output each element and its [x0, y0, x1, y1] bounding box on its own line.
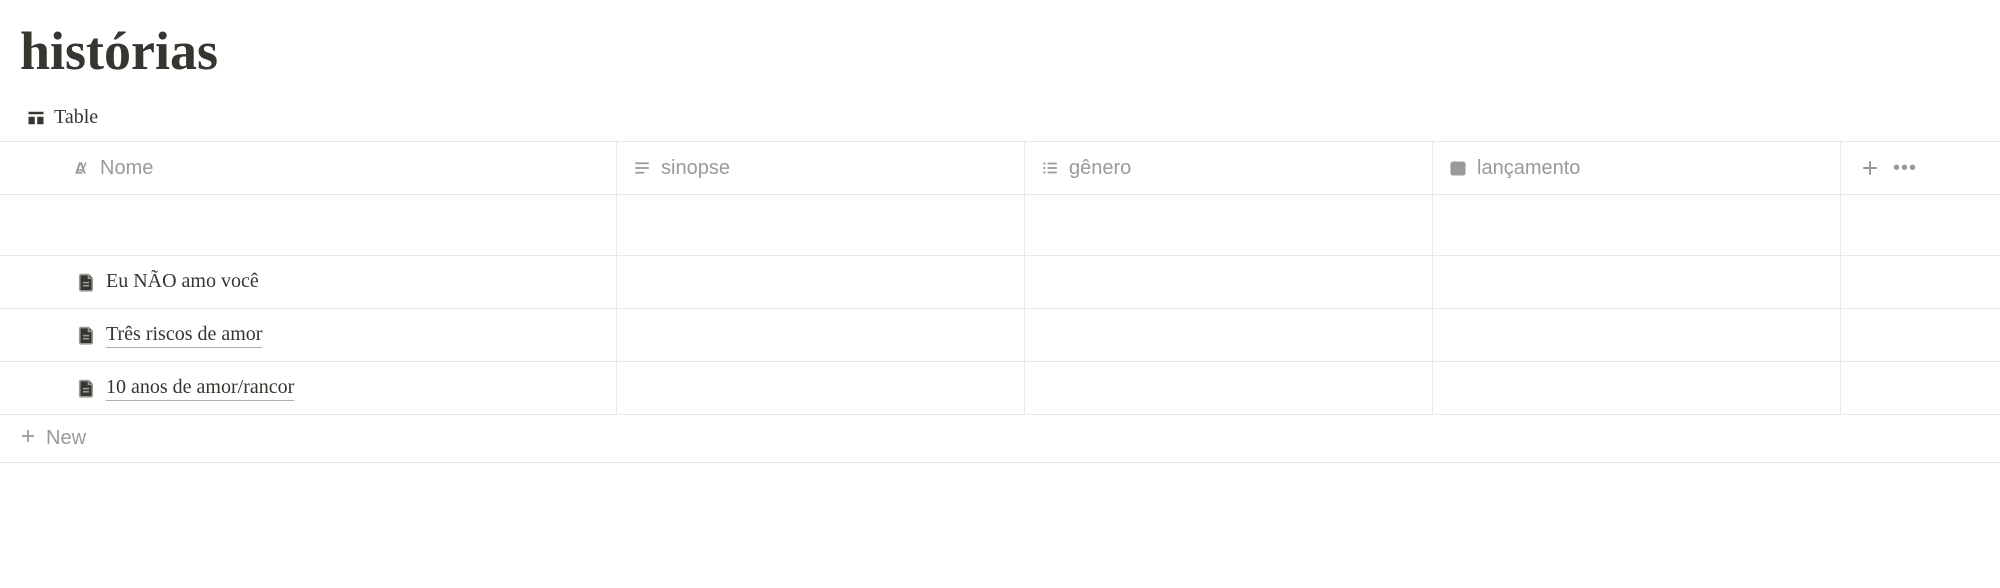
column-header-sinopse-label: sinopse: [661, 157, 730, 180]
table-row[interactable]: [0, 195, 2000, 256]
cell-genero[interactable]: [1025, 309, 1433, 361]
page-icon: [76, 272, 96, 292]
cell-extra: [1841, 256, 2000, 308]
column-header-genero[interactable]: gênero: [1025, 142, 1433, 194]
cell-nome[interactable]: Eu NÃO amo você: [0, 256, 617, 308]
cell-lancamento[interactable]: [1433, 195, 1841, 255]
title-property-icon: [72, 159, 90, 177]
cell-nome[interactable]: Três riscos de amor: [0, 309, 617, 361]
column-header-nome[interactable]: Nome: [0, 142, 617, 194]
cell-genero[interactable]: [1025, 256, 1433, 308]
database-table: Nome sinopse gênero lançamento: [0, 141, 2000, 463]
cell-extra: [1841, 362, 2000, 414]
row-title[interactable]: 10 anos de amor/rancor: [106, 376, 294, 401]
cell-extra: [1841, 309, 2000, 361]
cell-nome[interactable]: 10 anos de amor/rancor: [0, 362, 617, 414]
date-property-icon: [1449, 159, 1467, 177]
cell-extra: [1841, 195, 2000, 255]
cell-sinopse[interactable]: [617, 309, 1025, 361]
column-options-icon[interactable]: •••: [1893, 157, 1917, 180]
new-row-label: New: [46, 427, 86, 450]
table-header-row: Nome sinopse gênero lançamento: [0, 141, 2000, 195]
table-row[interactable]: Três riscos de amor: [0, 309, 2000, 362]
page-title[interactable]: histórias: [0, 0, 2000, 102]
add-column-icon[interactable]: [1861, 159, 1879, 177]
row-title[interactable]: Eu NÃO amo você: [106, 270, 259, 294]
column-header-sinopse[interactable]: sinopse: [617, 142, 1025, 194]
table-icon: [26, 108, 46, 128]
table-row[interactable]: 10 anos de amor/rancor: [0, 362, 2000, 415]
table-row[interactable]: Eu NÃO amo você: [0, 256, 2000, 309]
multiselect-property-icon: [1041, 159, 1059, 177]
column-header-genero-label: gênero: [1069, 157, 1131, 180]
row-title[interactable]: Três riscos de amor: [106, 323, 262, 348]
text-property-icon: [633, 159, 651, 177]
cell-lancamento[interactable]: [1433, 256, 1841, 308]
cell-sinopse[interactable]: [617, 195, 1025, 255]
cell-genero[interactable]: [1025, 195, 1433, 255]
cell-genero[interactable]: [1025, 362, 1433, 414]
page-icon: [76, 378, 96, 398]
cell-sinopse[interactable]: [617, 362, 1025, 414]
cell-sinopse[interactable]: [617, 256, 1025, 308]
column-header-lancamento[interactable]: lançamento: [1433, 142, 1841, 194]
column-header-nome-label: Nome: [100, 157, 153, 180]
column-header-lancamento-label: lançamento: [1477, 157, 1580, 180]
tab-table[interactable]: Table: [26, 106, 98, 129]
cell-lancamento[interactable]: [1433, 362, 1841, 414]
plus-icon: [20, 427, 36, 450]
cell-lancamento[interactable]: [1433, 309, 1841, 361]
page-icon: [76, 325, 96, 345]
tab-table-label: Table: [54, 106, 98, 129]
cell-nome[interactable]: [0, 195, 617, 255]
new-row-button[interactable]: New: [0, 415, 2000, 463]
